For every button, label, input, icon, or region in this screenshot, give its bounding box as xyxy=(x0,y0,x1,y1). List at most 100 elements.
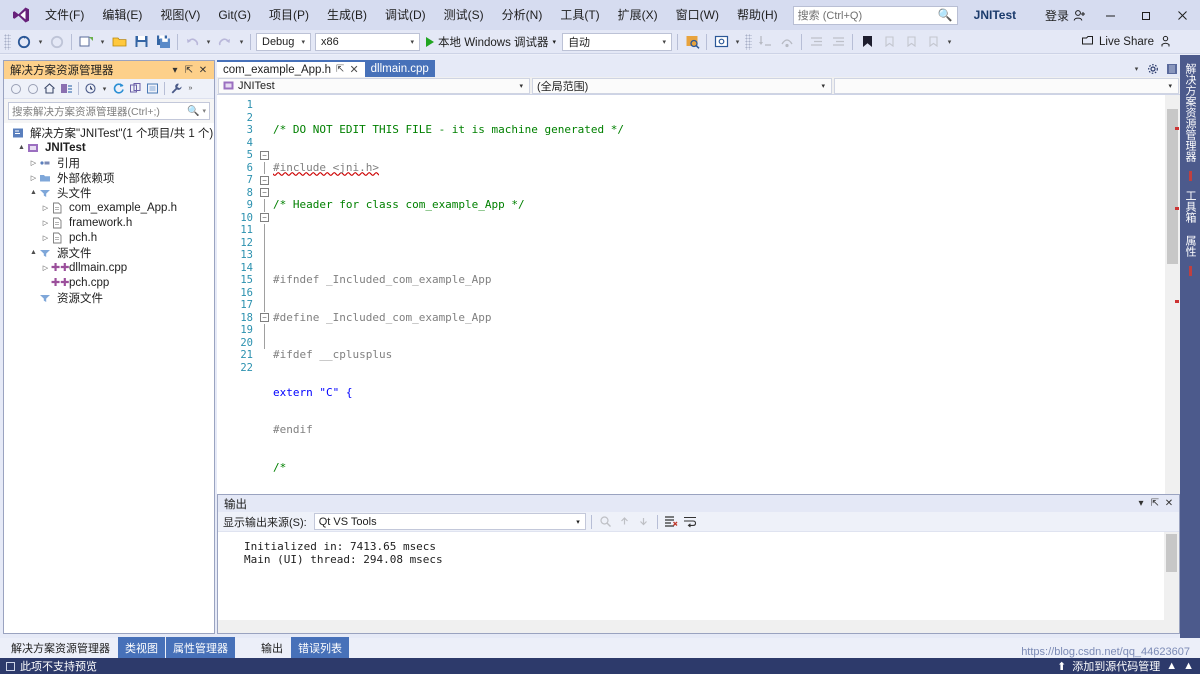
toolbar-grip[interactable] xyxy=(745,33,753,50)
show-all-files-icon[interactable] xyxy=(144,80,161,97)
toggle-word-wrap-icon[interactable] xyxy=(682,513,699,530)
sign-in-button[interactable]: 登录 xyxy=(1039,3,1092,28)
menu-item-test[interactable]: 测试(S) xyxy=(435,3,493,27)
output-source-combo[interactable]: Qt VS Tools ▾ xyxy=(313,513,586,530)
pending-changes-icon[interactable] xyxy=(82,80,99,97)
pin-icon[interactable]: ⇱ xyxy=(182,65,196,76)
expander-icon[interactable]: ▷ xyxy=(28,159,39,167)
solution-tree[interactable]: 解决方案"JNITest"(1 个项目/共 1 个) ▲ JNITest ▷ 引… xyxy=(4,123,214,633)
preview-checkbox-icon[interactable] xyxy=(6,661,15,671)
tree-node-file-pch-cpp[interactable]: ✚✚ pch.cpp xyxy=(4,275,214,290)
collapse-box-icon[interactable]: − xyxy=(260,150,269,160)
bottom-tab-output[interactable]: 输出 xyxy=(254,637,290,659)
refresh-icon[interactable] xyxy=(110,80,127,97)
member-scope-combo[interactable]: (全局范围) ▾ xyxy=(532,77,832,94)
chevron-down-icon[interactable]: ▾ xyxy=(1134,498,1148,509)
pin-icon[interactable]: ⇱ xyxy=(336,64,344,75)
menu-item-build[interactable]: 生成(B) xyxy=(318,3,376,27)
previous-bookmark-icon[interactable] xyxy=(878,32,900,52)
collapse-box-icon[interactable]: − xyxy=(260,175,269,185)
menu-item-view[interactable]: 视图(V) xyxy=(151,3,209,27)
tree-node-file-pch-h[interactable]: ▷ pch.h xyxy=(4,230,214,245)
home-icon[interactable] xyxy=(41,80,58,97)
vtab-toolbox[interactable]: 工具箱 xyxy=(1179,184,1200,229)
live-share-button[interactable]: Live Share xyxy=(1081,35,1172,48)
solution-configuration-combo[interactable]: Debug ▾ xyxy=(256,32,311,51)
tree-node-source-files[interactable]: ▲ 源文件 xyxy=(4,245,214,260)
tab-dllmain-cpp[interactable]: dllmain.cpp xyxy=(364,60,435,77)
menu-item-git[interactable]: Git(G) xyxy=(209,3,260,27)
redo-dropdown-icon[interactable]: ▾ xyxy=(236,38,247,46)
close-button[interactable] xyxy=(1164,0,1200,30)
menu-item-edit[interactable]: 编辑(E) xyxy=(93,3,151,27)
clear-all-icon[interactable] xyxy=(663,513,680,530)
step-over-icon[interactable] xyxy=(776,32,798,52)
step-into-icon[interactable] xyxy=(754,32,776,52)
output-horizontal-scrollbar[interactable] xyxy=(218,620,1164,633)
menu-item-file[interactable]: 文件(F) xyxy=(36,3,93,27)
find-message-icon[interactable] xyxy=(597,513,614,530)
minimize-button[interactable] xyxy=(1092,0,1128,30)
output-vertical-scrollbar[interactable] xyxy=(1164,532,1179,633)
tab-com-example-app-h[interactable]: com_example_App.h ⇱ ✕ xyxy=(217,60,365,77)
bottom-tab-class-view[interactable]: 类视图 xyxy=(118,637,165,659)
vtab-properties[interactable]: 属性 xyxy=(1179,229,1200,263)
collapse-box-icon[interactable]: − xyxy=(260,213,269,223)
bookmark-icon[interactable] xyxy=(856,32,878,52)
expander-icon[interactable]: ▷ xyxy=(40,219,51,227)
output-text-area[interactable]: Initialized in: 7413.65 msecs Main (UI) … xyxy=(218,532,1179,633)
new-project-icon[interactable] xyxy=(75,32,97,52)
clear-bookmarks-icon[interactable] xyxy=(922,32,944,52)
tree-node-file-dllmain-cpp[interactable]: ▷ ✚✚ dllmain.cpp xyxy=(4,260,214,275)
menu-item-window[interactable]: 窗口(W) xyxy=(667,3,728,27)
tree-node-external-dependencies[interactable]: ▷ 外部依赖项 xyxy=(4,170,214,185)
expander-icon[interactable]: ▷ xyxy=(40,234,51,242)
indent-decrease-icon[interactable] xyxy=(805,32,827,52)
navigate-backward-dropdown-icon[interactable]: ▾ xyxy=(35,38,46,46)
switch-views-icon[interactable] xyxy=(58,80,75,97)
toolbar-grip[interactable] xyxy=(4,33,11,50)
go-to-previous-message-icon[interactable] xyxy=(616,513,633,530)
open-file-icon[interactable] xyxy=(108,32,130,52)
close-icon[interactable]: ✕ xyxy=(349,63,358,76)
expander-icon[interactable]: ▷ xyxy=(40,264,51,272)
bottom-tab-error-list[interactable]: 错误列表 xyxy=(291,637,349,659)
navigate-backward-icon[interactable] xyxy=(13,32,35,52)
scrollbar-thumb[interactable] xyxy=(1166,534,1177,572)
save-all-icon[interactable] xyxy=(152,32,174,52)
forward-icon[interactable] xyxy=(24,80,41,97)
expander-icon[interactable]: ▷ xyxy=(28,174,39,182)
menu-item-tools[interactable]: 工具(T) xyxy=(551,3,608,27)
menu-item-analyze[interactable]: 分析(N) xyxy=(493,3,552,27)
notifications-icon[interactable]: ▲ xyxy=(1166,660,1177,672)
find-in-files-icon[interactable] xyxy=(681,32,703,52)
document-wells-icon[interactable] xyxy=(1163,60,1180,77)
tree-node-solution[interactable]: 解决方案"JNITest"(1 个项目/共 1 个) xyxy=(4,125,214,140)
bottom-tab-solution-explorer[interactable]: 解决方案资源管理器 xyxy=(4,637,117,659)
expander-icon[interactable]: ▲ xyxy=(16,144,27,151)
undo-dropdown-icon[interactable]: ▾ xyxy=(203,38,214,46)
close-icon[interactable]: ✕ xyxy=(1162,498,1176,509)
start-debugging-button[interactable]: 本地 Windows 调试器 ▾ xyxy=(422,32,560,52)
quick-launch-search[interactable]: 搜索 (Ctrl+Q) 🔍 xyxy=(792,5,958,25)
bottom-tab-property-manager[interactable]: 属性管理器 xyxy=(166,637,235,659)
preview-dropdown-icon[interactable]: ▾ xyxy=(732,38,743,46)
expander-icon[interactable]: ▲ xyxy=(28,189,39,196)
close-icon[interactable]: ✕ xyxy=(196,65,210,76)
expander-icon[interactable]: ▲ xyxy=(28,249,39,256)
preview-window-icon[interactable] xyxy=(710,32,732,52)
overflow-icon[interactable]: » xyxy=(185,85,196,92)
toolbar-overflow-icon[interactable]: ▾ xyxy=(944,38,955,46)
new-project-dropdown-icon[interactable]: ▾ xyxy=(97,38,108,46)
menu-item-extensions[interactable]: 扩展(X) xyxy=(609,3,667,27)
vtab-solution-explorer[interactable]: 解决方案资源管理器 xyxy=(1179,57,1200,168)
menu-item-help[interactable]: 帮助(H) xyxy=(728,3,787,27)
chevron-down-icon[interactable]: ▾ xyxy=(199,107,206,115)
feedback-icon[interactable]: ▲ xyxy=(1183,660,1194,672)
collapse-box-icon[interactable]: − xyxy=(260,313,269,323)
collapse-all-icon[interactable] xyxy=(127,80,144,97)
tree-node-project[interactable]: ▲ JNITest xyxy=(4,140,214,155)
solution-explorer-search-input[interactable]: 搜索解决方案资源管理器(Ctrl+;) 🔍 ▾ xyxy=(8,102,210,120)
solution-platform-combo[interactable]: x86 ▾ xyxy=(315,32,420,51)
chevron-down-icon[interactable]: ▾ xyxy=(99,85,110,93)
